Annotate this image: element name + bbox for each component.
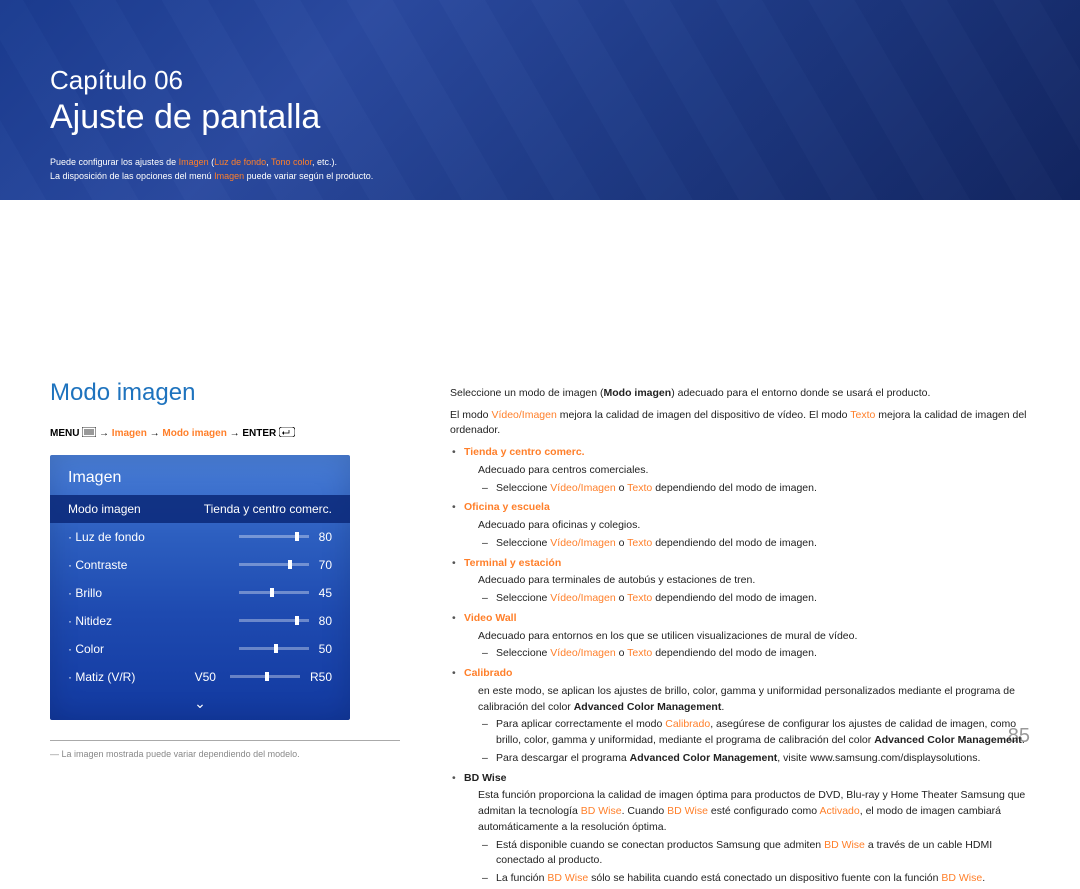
osd-item-label: Brillo <box>68 586 239 600</box>
osd-item-label: Nitidez <box>68 614 239 628</box>
sub-item: Para aplicar correctamente el modo Calib… <box>478 717 1030 749</box>
osd-title: Imagen <box>50 465 350 495</box>
page-title: Ajuste de pantalla <box>50 98 1030 137</box>
sub-item: Está disponible cuando se conectan produ… <box>478 838 1030 870</box>
enter-icon <box>279 427 295 440</box>
osd-matiz-left: V50 <box>195 670 216 684</box>
menu-breadcrumb: MENU → Imagen → Modo imagen → ENTER <box>50 427 400 440</box>
osd-row[interactable]: Contraste 70 <box>50 551 350 579</box>
osd-matiz-right: R50 <box>310 670 332 684</box>
osd-item-label: Luz de fondo <box>68 530 239 544</box>
osd-panel: Imagen Modo imagen Tienda y centro comer… <box>50 455 350 720</box>
intro-text: Puede configurar los ajustes de Imagen (… <box>50 155 1030 184</box>
osd-modo-imagen-value: Tienda y centro comerc. <box>204 502 332 516</box>
osd-item-label: Color <box>68 642 239 656</box>
osd-slider[interactable] <box>239 619 309 622</box>
osd-item-label: Contraste <box>68 558 239 572</box>
content-body: Seleccione un modo de imagen (Modo image… <box>450 384 1030 889</box>
osd-row[interactable]: Brillo 45 <box>50 579 350 607</box>
list-item: Oficina y escuela Adecuado para oficinas… <box>450 500 1030 551</box>
chapter-label: Capítulo 06 <box>50 65 1030 96</box>
osd-item-value: 50 <box>319 642 332 656</box>
osd-row-selected[interactable]: Modo imagen Tienda y centro comerc. <box>50 495 350 523</box>
osd-slider[interactable] <box>239 535 309 538</box>
list-item-bdwise: BD Wise Esta función proporciona la cali… <box>450 771 1030 887</box>
osd-item-value: 80 <box>319 614 332 628</box>
osd-item-value: 45 <box>319 586 332 600</box>
osd-scroll-down-icon[interactable]: ⌄ <box>50 691 350 720</box>
footnote: La imagen mostrada puede variar dependie… <box>50 749 400 759</box>
osd-modo-imagen-label: Modo imagen <box>68 502 204 516</box>
osd-slider[interactable] <box>239 591 309 594</box>
osd-row[interactable]: Nitidez 80 <box>50 607 350 635</box>
osd-slider[interactable] <box>239 563 309 566</box>
list-item-calibrado: Calibrado en este modo, se aplican los a… <box>450 666 1030 767</box>
sub-item: Seleccione Vídeo/Imagen o Texto dependie… <box>478 536 1030 552</box>
sub-item: Seleccione Vídeo/Imagen o Texto dependie… <box>478 646 1030 662</box>
list-item: Tienda y centro comerc. Adecuado para ce… <box>450 445 1030 496</box>
menu-icon <box>82 427 96 440</box>
list-item: Video Wall Adecuado para entornos en los… <box>450 611 1030 662</box>
osd-matiz-slider[interactable] <box>230 675 300 678</box>
osd-row-matiz[interactable]: Matiz (V/R) V50 R50 <box>50 663 350 691</box>
osd-item-value: 70 <box>319 558 332 572</box>
section-title: Modo imagen <box>50 379 400 407</box>
sub-item: Seleccione Vídeo/Imagen o Texto dependie… <box>478 591 1030 607</box>
divider <box>50 740 400 741</box>
sub-item: La función BD Wise sólo se habilita cuan… <box>478 871 1030 887</box>
list-item: Terminal y estación Adecuado para termin… <box>450 556 1030 607</box>
sub-item: Seleccione Vídeo/Imagen o Texto dependie… <box>478 481 1030 497</box>
osd-row[interactable]: Color 50 <box>50 635 350 663</box>
osd-slider[interactable] <box>239 647 309 650</box>
osd-item-value: 80 <box>319 530 332 544</box>
sub-item: Para descargar el programa Advanced Colo… <box>478 751 1030 767</box>
osd-row[interactable]: Luz de fondo 80 <box>50 523 350 551</box>
